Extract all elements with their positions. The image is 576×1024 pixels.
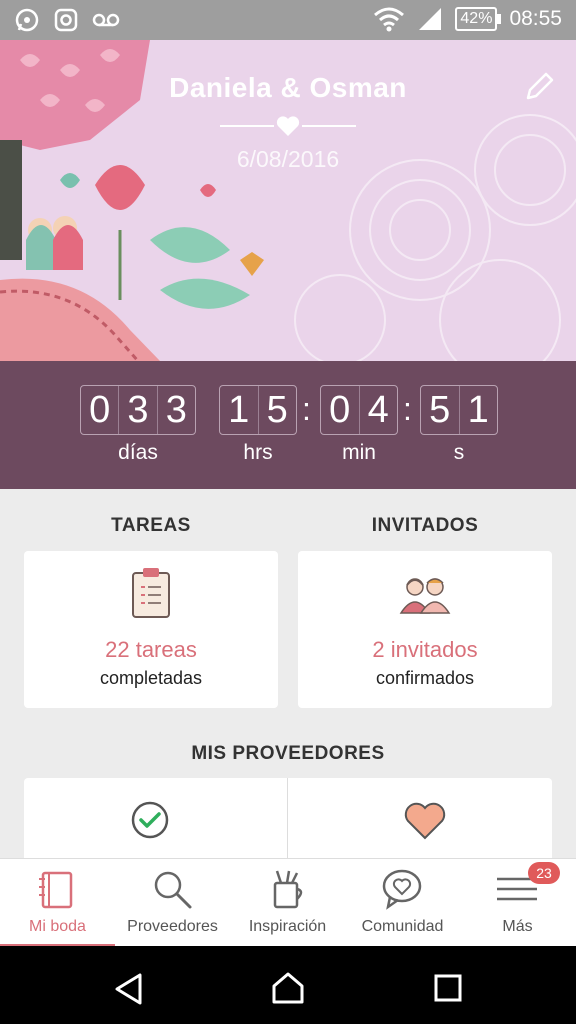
wedding-header: Daniela & Osman 6/08/2016 — [0, 40, 576, 361]
tab-inspiracion[interactable]: Inspiración — [230, 859, 345, 947]
guests-title: INVITADOS — [371, 515, 479, 536]
tasks-title: TAREAS — [111, 515, 191, 536]
instagram-icon — [54, 8, 78, 32]
inspiration-icon — [273, 870, 303, 909]
hours-label: hrs — [243, 441, 273, 464]
tab-label: Proveedores — [127, 918, 218, 935]
digit: 3 — [165, 389, 187, 431]
wedding-date: 6/08/2016 — [236, 146, 340, 172]
home-icon[interactable] — [271, 971, 305, 1005]
tab-label: Inspiración — [248, 918, 327, 935]
digit: 5 — [266, 389, 288, 431]
tasks-count: 22 tareas — [105, 637, 197, 662]
minutes-counter: 0 4 — [320, 385, 398, 435]
minutes-label: min — [342, 441, 376, 464]
hours-counter: 1 5 — [219, 385, 297, 435]
tab-label: Mi boda — [29, 918, 86, 935]
heart-divider — [220, 116, 356, 136]
seconds-label: s — [453, 441, 465, 464]
guests-subtitle: confirmados — [375, 668, 475, 688]
digit: 5 — [421, 386, 460, 434]
separator: : — [302, 391, 311, 427]
digit: 0 — [321, 386, 360, 434]
providers-title: MIS PROVEEDORES — [191, 743, 385, 764]
digit: 4 — [367, 389, 389, 431]
digit: 0 — [81, 386, 120, 434]
notebook-icon — [39, 871, 73, 909]
recents-icon[interactable] — [434, 974, 462, 1002]
clipboard-icon — [132, 568, 170, 618]
tab-comunidad[interactable]: Comunidad — [345, 859, 460, 947]
tab-proveedores[interactable]: Proveedores — [115, 859, 230, 947]
battery-indicator: 42% — [455, 7, 502, 31]
separator: : — [403, 391, 412, 427]
system-nav-bar — [0, 946, 576, 1024]
check-circle-icon[interactable] — [130, 800, 170, 840]
providers-divider — [287, 778, 288, 868]
countdown-panel: 0 3 3 días 1 5 hrs : 0 4 min : 5 1 s — [0, 361, 576, 489]
tasks-subtitle: completadas — [99, 668, 203, 688]
heart-icon[interactable] — [404, 802, 446, 840]
bottom-tab-bar: Mi boda Proveedores Inspiración Comunida… — [0, 858, 576, 947]
guests-card[interactable]: 2 invitados confirmados — [298, 551, 552, 708]
status-bar: 42% 08:55 — [0, 0, 576, 40]
tab-label: Comunidad — [361, 918, 444, 935]
digit: 1 — [220, 386, 259, 434]
tab-label: Más — [502, 918, 533, 935]
tasks-card[interactable]: 22 tareas completadas — [24, 551, 278, 708]
voicemail-icon — [92, 13, 120, 27]
digit: 3 — [119, 386, 158, 434]
wifi-icon — [374, 7, 405, 32]
couple-names: Daniela & Osman — [169, 72, 407, 103]
back-icon[interactable] — [114, 972, 144, 1006]
signal-icon — [419, 8, 442, 30]
notification-badge: 23 — [528, 862, 560, 884]
digit: 1 — [467, 389, 489, 431]
providers-card[interactable] — [24, 778, 552, 868]
days-counter: 0 3 3 — [80, 385, 196, 435]
seconds-counter: 5 1 — [420, 385, 498, 435]
guests-count: 2 invitados — [372, 637, 478, 662]
tab-mi-boda[interactable]: Mi boda — [0, 859, 115, 947]
chat-heart-icon — [382, 869, 422, 910]
search-icon — [154, 871, 192, 909]
clock: 08:55 — [509, 7, 562, 30]
guests-icon — [399, 578, 451, 614]
edit-icon[interactable] — [522, 70, 556, 104]
days-label: días — [118, 441, 158, 464]
whatsapp-icon — [15, 8, 39, 32]
